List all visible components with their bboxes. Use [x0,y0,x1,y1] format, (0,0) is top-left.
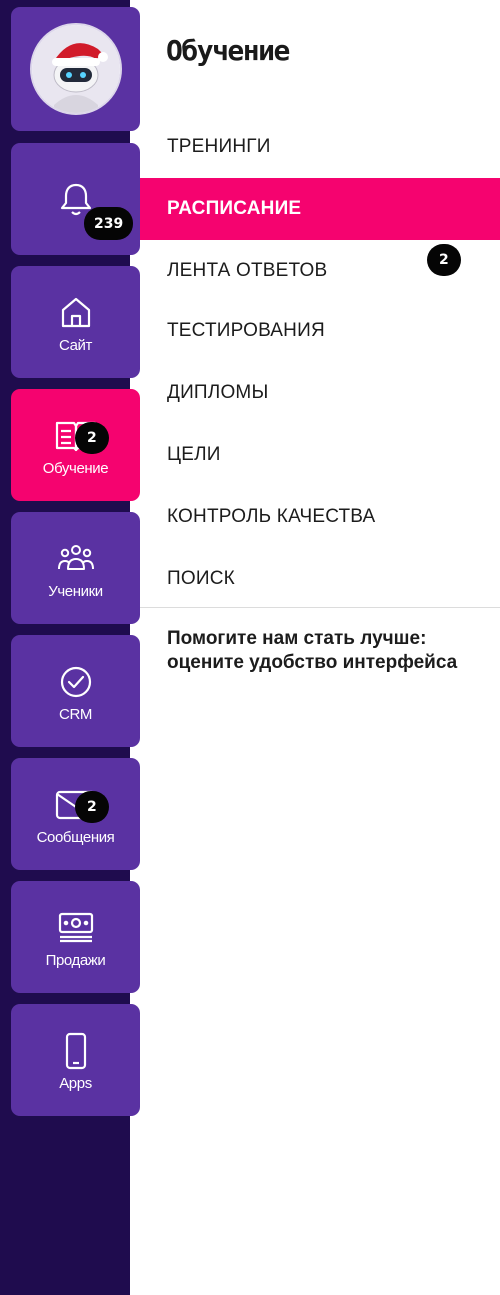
menu-item-trainings[interactable]: ТРЕНИНГИ [140,116,500,178]
sidebar-item-students[interactable]: Ученики [11,512,140,624]
answers-feed-badge: 2 [427,244,461,276]
sidebar-item-apps[interactable]: Apps [11,1004,140,1116]
money-icon [54,906,98,950]
sidebar-item-label: Ученики [48,582,103,600]
sidebar-item-sales[interactable]: Продажи [11,881,140,993]
page-title: Обучение [166,34,290,67]
users-icon [54,537,98,581]
sidebar-item-crm[interactable]: CRM [11,635,140,747]
sidebar-item-label: Apps [59,1074,92,1092]
sidebar-item-label: Продажи [45,951,106,969]
sidebar-item-label: CRM [59,705,92,723]
messages-badge: 2 [75,791,109,823]
learning-badge: 2 [75,422,109,454]
menu-item-testing[interactable]: ТЕСТИРОВАНИЯ [140,300,500,362]
sidebar-item-learning[interactable]: Обучение [11,389,140,501]
sidebar-item-label: Сайт [59,336,92,354]
menu-item-diplomas[interactable]: ДИПЛОМЫ [140,362,500,424]
menu-item-quality-control[interactable]: КОНТРОЛЬ КАЧЕСТВА [140,486,500,548]
notifications-badge: 239 [84,207,134,240]
profile-avatar-tile[interactable] [11,7,140,131]
sidebar-item-site[interactable]: Сайт [11,266,140,378]
feedback-link[interactable]: Помогите нам стать лучше: оцените удобст… [167,627,487,675]
menu-item-search[interactable]: ПОИСК [140,548,500,610]
sidebar-item-label: Сообщения [36,828,115,846]
robot-santa-avatar-icon [31,25,120,113]
divider [140,607,500,608]
menu-item-schedule[interactable]: РАСПИСАНИЕ [140,178,500,240]
home-icon [54,291,98,335]
sidebar-item-label: Обучение [42,459,109,477]
avatar[interactable] [29,23,122,115]
check-circle-icon [54,660,98,704]
phone-icon [54,1029,98,1073]
menu-item-goals[interactable]: ЦЕЛИ [140,424,500,486]
sidebar-item-messages[interactable]: Сообщения [11,758,140,870]
